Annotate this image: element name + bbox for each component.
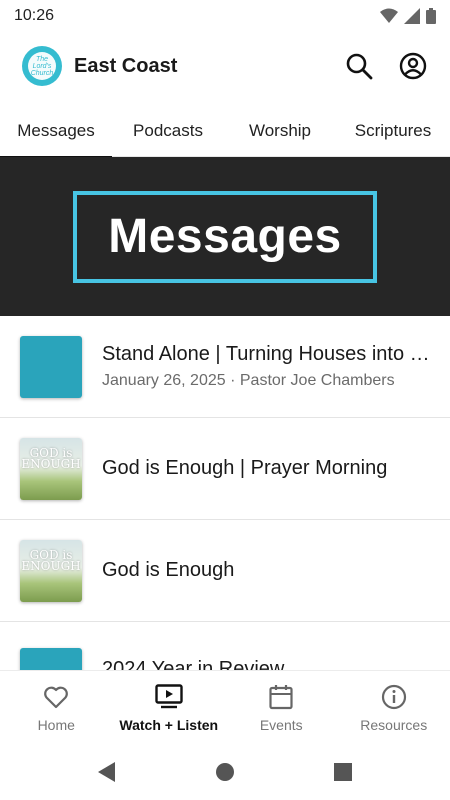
battery-icon bbox=[426, 8, 436, 24]
back-button[interactable] bbox=[94, 759, 120, 785]
tab-label: Worship bbox=[248, 121, 312, 140]
nav-label: Resources bbox=[360, 716, 428, 733]
profile-button[interactable] bbox=[398, 51, 428, 81]
header-actions bbox=[344, 51, 428, 81]
content-tabs: Messages Podcasts Worship Scriptures bbox=[0, 105, 450, 158]
calendar-icon bbox=[269, 684, 293, 709]
list-item[interactable]: Stand Alone | Turning Houses into Homes … bbox=[0, 316, 450, 418]
status-icons bbox=[380, 8, 436, 24]
item-subtitle: January 26, 2025 · Pastor Joe Chambers bbox=[102, 372, 395, 389]
list-item[interactable]: 2024 Year in Review bbox=[0, 622, 450, 670]
item-title: God is Enough | Prayer Morning bbox=[102, 457, 388, 479]
search-button[interactable] bbox=[344, 51, 374, 81]
wifi-icon bbox=[380, 8, 398, 23]
item-text: 2024 Year in Review bbox=[102, 648, 430, 670]
home-button[interactable] bbox=[212, 759, 238, 785]
nav-resources[interactable]: Resources bbox=[338, 671, 450, 744]
tab-podcasts[interactable]: Podcasts bbox=[112, 105, 224, 157]
nav-label: Events bbox=[259, 716, 303, 733]
search-icon bbox=[346, 53, 373, 80]
item-title: 2024 Year in Review bbox=[102, 658, 285, 670]
nav-home[interactable]: Home bbox=[0, 671, 113, 744]
item-title: Stand Alone | Turning Houses into Homes bbox=[102, 343, 430, 365]
home-circle-icon bbox=[216, 763, 234, 781]
item-text: God is Enough | Prayer Morning bbox=[102, 457, 430, 480]
tab-scriptures[interactable]: Scriptures bbox=[336, 105, 450, 157]
logo-text: The Lord's Church bbox=[28, 52, 56, 80]
messages-banner: Messages bbox=[0, 157, 450, 316]
nav-label: Watch + Listen bbox=[119, 716, 219, 733]
account-icon bbox=[399, 52, 427, 80]
nav-watch-listen[interactable]: Watch + Listen bbox=[113, 671, 226, 744]
item-text: God is Enough bbox=[102, 559, 430, 582]
item-text: Stand Alone | Turning Houses into Homes … bbox=[102, 343, 430, 390]
status-time: 10:26 bbox=[14, 7, 55, 24]
church-logo: The Lord's Church bbox=[22, 46, 62, 86]
item-title: God is Enough bbox=[102, 559, 235, 581]
banner-frame: Messages bbox=[73, 190, 377, 283]
banner-title: Messages bbox=[108, 210, 342, 263]
tab-label: Messages bbox=[17, 121, 95, 140]
thumbnail-text: GOD is ENOUGH bbox=[21, 547, 81, 573]
thumbnail-text: GOD is ENOUGH bbox=[21, 445, 81, 471]
nav-label: Home bbox=[37, 716, 75, 733]
message-thumbnail bbox=[20, 648, 82, 670]
status-bar: 10:26 bbox=[0, 0, 450, 32]
list-item[interactable]: GOD is ENOUGH God is Enough bbox=[0, 520, 450, 622]
back-triangle-icon bbox=[98, 762, 115, 782]
tab-messages[interactable]: Messages bbox=[0, 105, 112, 158]
message-list: Stand Alone | Turning Houses into Homes … bbox=[0, 316, 450, 670]
tab-label: Podcasts bbox=[133, 121, 203, 140]
list-item[interactable]: GOD is ENOUGH God is Enough | Prayer Mor… bbox=[0, 418, 450, 520]
message-thumbnail: GOD is ENOUGH bbox=[20, 539, 82, 602]
message-thumbnail bbox=[20, 335, 82, 398]
nav-events[interactable]: Events bbox=[225, 671, 338, 744]
bottom-navigation: Home Watch + Listen Events Resources bbox=[0, 670, 450, 744]
app-title: East Coast bbox=[74, 54, 178, 77]
tab-label: Scriptures bbox=[354, 121, 432, 140]
info-icon bbox=[381, 684, 406, 709]
recents-button[interactable] bbox=[330, 759, 356, 785]
recents-square-icon bbox=[334, 763, 352, 781]
play-tv-icon bbox=[155, 683, 183, 708]
heart-icon bbox=[44, 686, 69, 708]
signal-icon bbox=[404, 8, 420, 24]
tab-worship[interactable]: Worship bbox=[224, 105, 336, 157]
app-header: The Lord's Church East Coast bbox=[0, 36, 450, 96]
system-navigation bbox=[0, 744, 450, 800]
message-thumbnail: GOD is ENOUGH bbox=[20, 437, 82, 500]
